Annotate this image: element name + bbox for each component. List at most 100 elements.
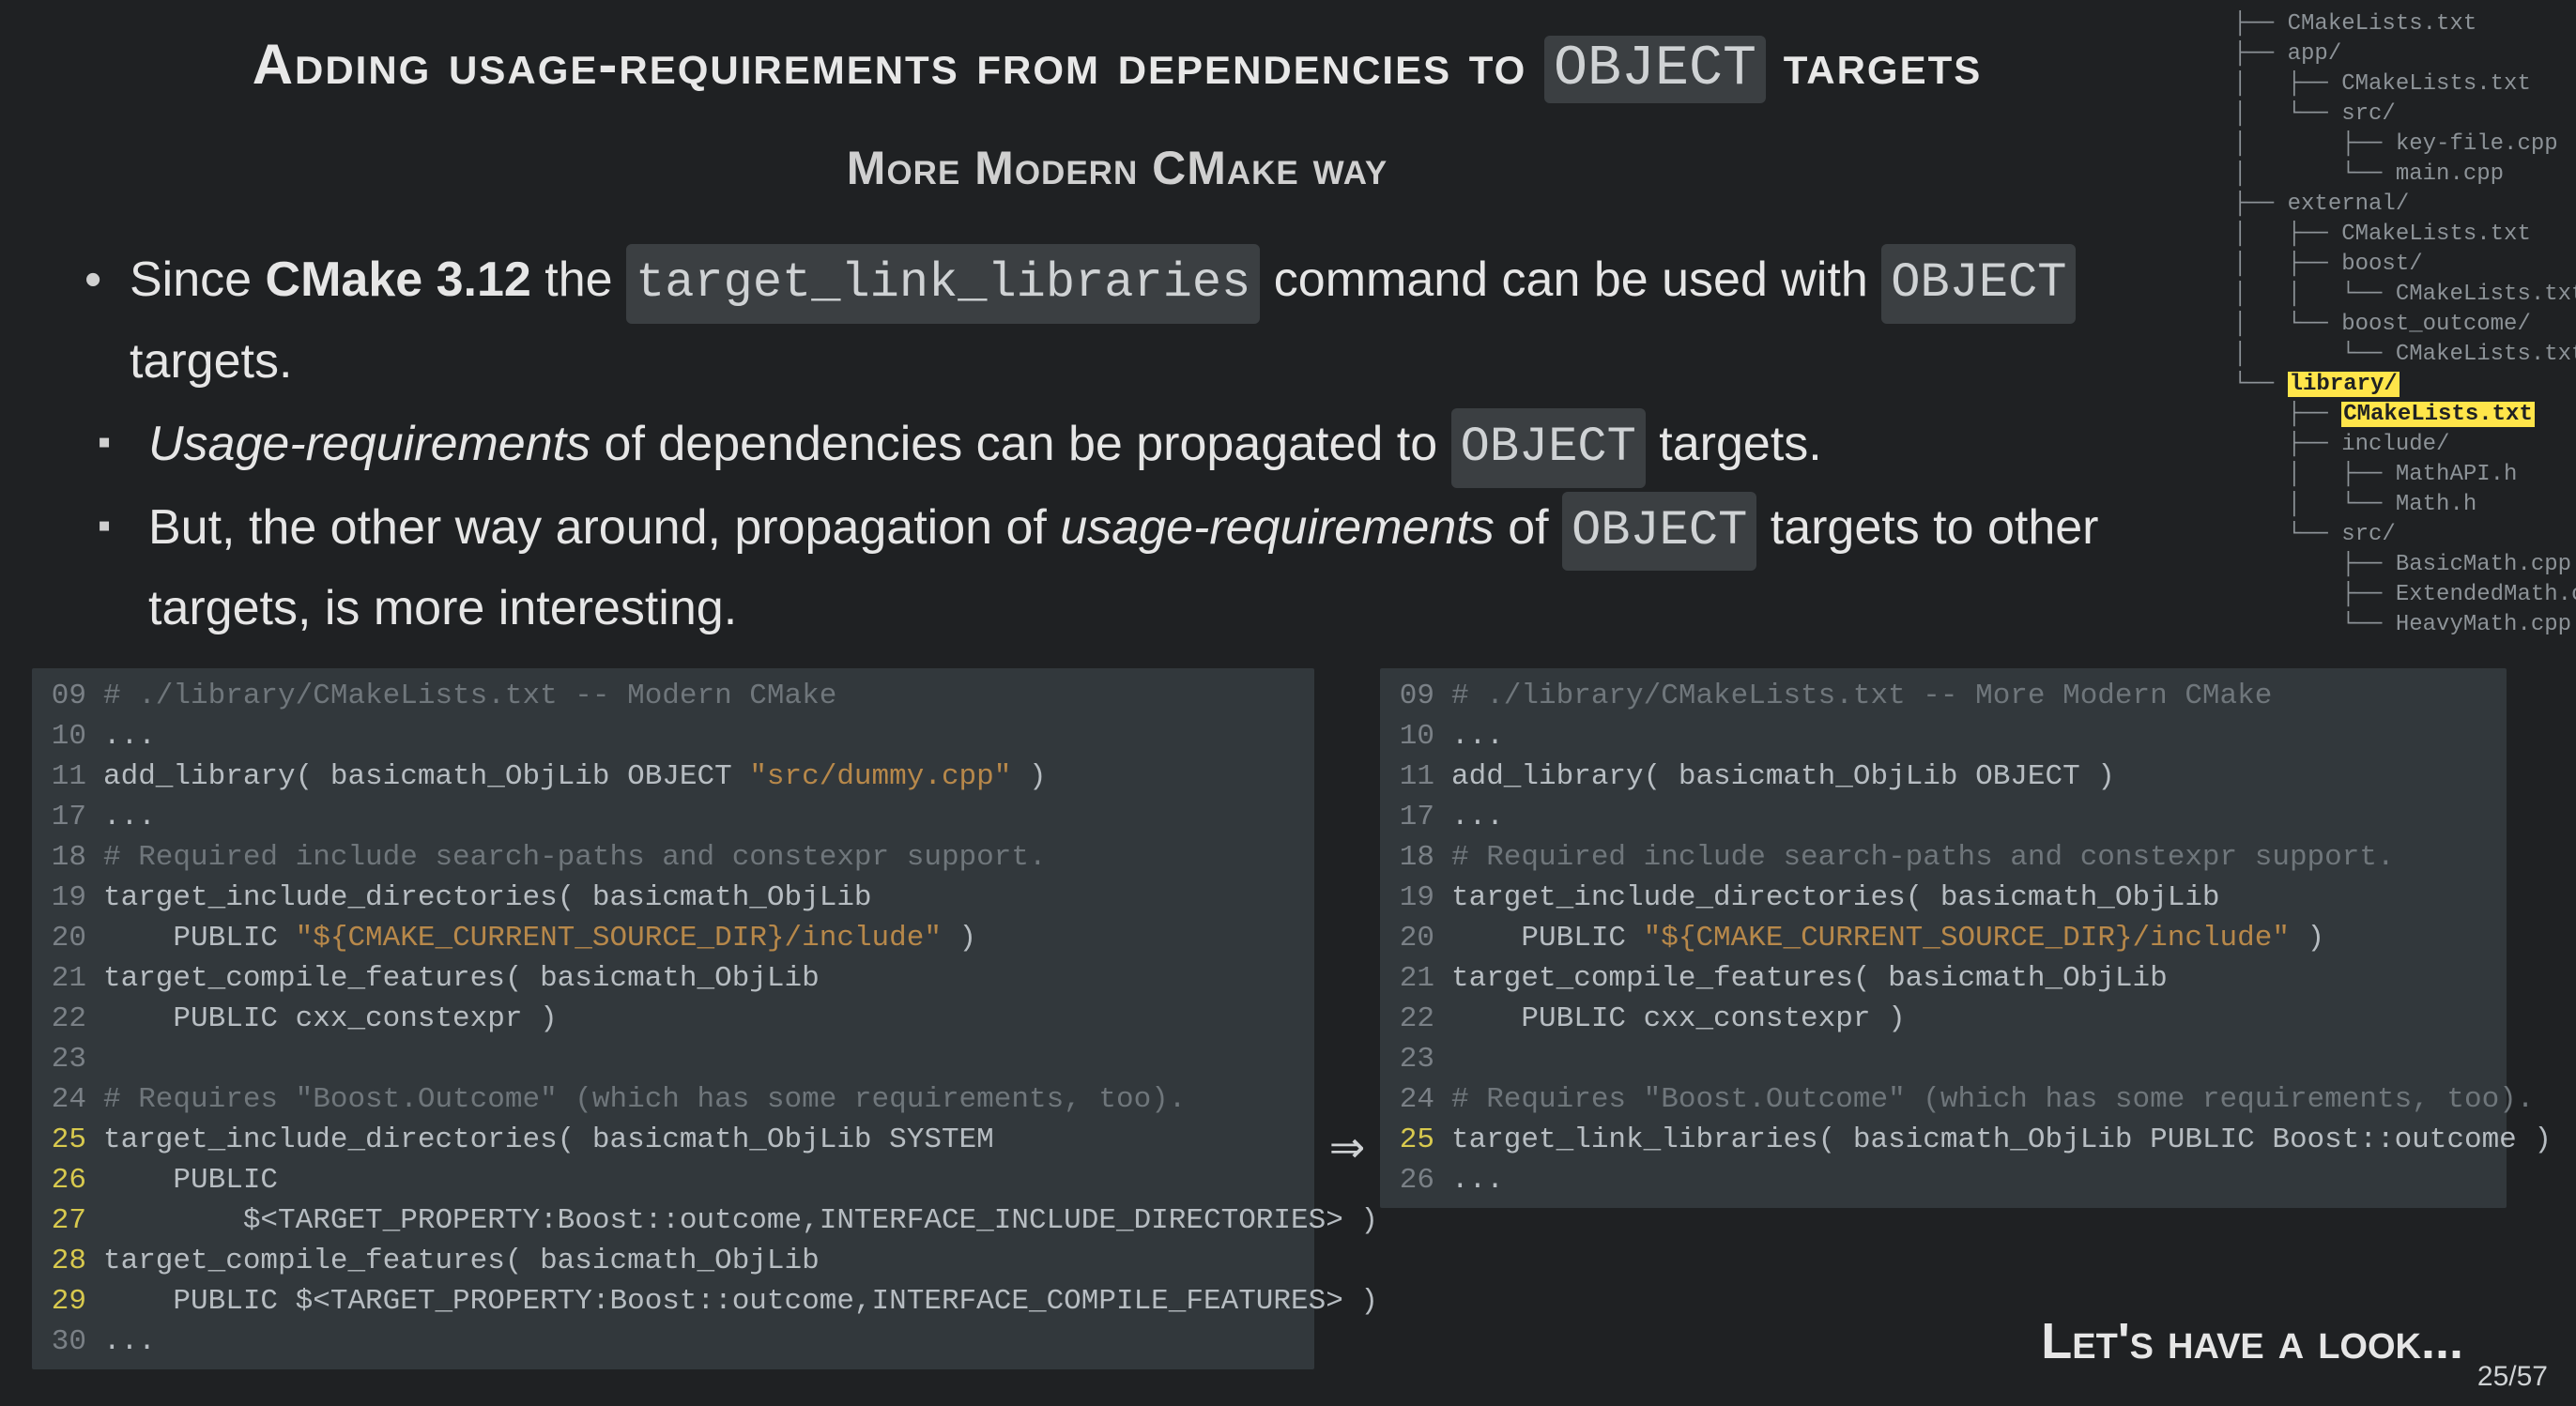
line-number: 25 [1380, 1120, 1451, 1160]
slide-title: Adding usage-requirements from dependenc… [0, 32, 2234, 103]
bullet-mark-icon: ▪ [98, 406, 148, 488]
code-text [103, 1039, 121, 1079]
bullet-2b: ▪ But, the other way around, propagation… [98, 490, 2150, 647]
code-text: add_library( basicmath_ObjLib OBJECT ) [1451, 756, 2115, 797]
bullet-1: • Since CMake 3.12 the target_link_libra… [84, 242, 2150, 399]
line-number: 19 [32, 878, 103, 918]
bullet-mark-icon: ▪ [98, 490, 148, 647]
code-text: target_include_directories( basicmath_Ob… [103, 1120, 994, 1160]
code-text: target_include_directories( basicmath_Ob… [1451, 878, 2220, 918]
b1-pill: target_link_libraries [626, 244, 1260, 324]
code-line: 11add_library( basicmath_ObjLib OBJECT ) [1380, 756, 2507, 797]
tree-row: │ └── CMakeLists.txt [2233, 340, 2557, 370]
title-pre: Adding usage-requirements from dependenc… [253, 33, 1544, 96]
code-line: 20 PUBLIC "${CMAKE_CURRENT_SOURCE_DIR}/i… [1380, 918, 2507, 958]
line-number: 21 [1380, 958, 1451, 999]
code-text: $<TARGET_PROPERTY:Boost::outcome,INTERFA… [103, 1200, 1378, 1241]
code-line: 09# ./library/CMakeLists.txt -- Modern C… [32, 676, 1314, 716]
line-number: 10 [1380, 716, 1451, 756]
slide-subtitle: More Modern CMake way [0, 141, 2234, 195]
code-text: PUBLIC [103, 1160, 278, 1200]
tree-row: │ ├── MathAPI.h [2233, 460, 2557, 490]
code-line: 18# Required include search-paths and co… [32, 837, 1314, 878]
line-number: 10 [32, 716, 103, 756]
line-number: 28 [32, 1241, 103, 1281]
tree-row: ├── include/ [2233, 430, 2557, 460]
line-number: 19 [1380, 878, 1451, 918]
code-line: 24# Requires "Boost.Outcome" (which has … [32, 1079, 1314, 1120]
code-text: # Required include search-paths and cons… [103, 837, 1047, 878]
code-line: 29 PUBLIC $<TARGET_PROPERTY:Boost::outco… [32, 1281, 1314, 1322]
code-line: 21target_compile_features( basicmath_Obj… [1380, 958, 2507, 999]
tree-row: └── src/ [2233, 520, 2557, 550]
line-number: 20 [32, 918, 103, 958]
line-number: 26 [1380, 1160, 1451, 1200]
title-block: Adding usage-requirements from dependenc… [0, 32, 2234, 195]
b1-mid: the [531, 252, 626, 307]
code-line: 19target_include_directories( basicmath_… [32, 878, 1314, 918]
bullet-1-text: Since CMake 3.12 the target_link_librari… [130, 242, 2150, 399]
code-line: 22 PUBLIC cxx_constexpr ) [32, 999, 1314, 1039]
tree-row: │ └── main.cpp [2233, 160, 2557, 190]
line-number: 18 [1380, 837, 1451, 878]
sub-bullets: ▪ Usage-requirements of dependencies can… [98, 406, 2150, 647]
code-text: ... [103, 797, 156, 837]
tree-row: ├── CMakeLists.txt [2233, 9, 2557, 39]
code-text: # ./library/CMakeLists.txt -- Modern CMa… [103, 676, 836, 716]
b2b-pre: But, the other way around, propagation o… [148, 500, 1060, 555]
code-text: # Required include search-paths and cons… [1451, 837, 2395, 878]
code-row: 09 # ./library/CMakeLists.txt -- Modern C… [32, 668, 2544, 1406]
page-number: 25/57 [2477, 1361, 2548, 1393]
b2b-em: usage-requirements [1060, 500, 1494, 555]
code-text: PUBLIC "${CMAKE_CURRENT_SOURCE_DIR}/incl… [103, 918, 976, 958]
line-number: 18 [32, 837, 103, 878]
code-line: 26 PUBLIC [32, 1160, 1314, 1200]
code-line: 23 [32, 1039, 1314, 1079]
line-number: 21 [32, 958, 103, 999]
code-text: PUBLIC "${CMAKE_CURRENT_SOURCE_DIR}/incl… [1451, 918, 2324, 958]
footer-cta: Let's have a look... [2041, 1312, 2463, 1370]
tree-row: ├── external/ [2233, 190, 2557, 220]
line-number: 20 [1380, 918, 1451, 958]
code-text: ... [103, 1322, 156, 1362]
code-text: PUBLIC cxx_constexpr ) [103, 999, 558, 1039]
line-number: 23 [1380, 1039, 1451, 1079]
line-number: 26 [32, 1160, 103, 1200]
line-number: 09 [1380, 676, 1451, 716]
code-text: # Requires "Boost.Outcome" (which has so… [103, 1079, 1186, 1120]
code-line: 23 [1380, 1039, 2507, 1079]
b1-bold: CMake 3.12 [266, 252, 531, 307]
code-text: ... [1451, 1160, 1504, 1200]
code-panel-right: 09# ./library/CMakeLists.txt -- More Mod… [1380, 668, 2507, 1208]
tree-row: │ ├── key-file.cpp [2233, 130, 2557, 160]
line-number: 22 [1380, 999, 1451, 1039]
code-line: 09# ./library/CMakeLists.txt -- More Mod… [1380, 676, 2507, 716]
code-text: ... [1451, 716, 1504, 756]
slide: Adding usage-requirements from dependenc… [0, 0, 2576, 1406]
arrow-icon: ⇒ [1314, 668, 1380, 1406]
code-text [1451, 1039, 1469, 1079]
b2a-em: Usage-requirements [148, 417, 590, 471]
code-line: 19target_include_directories( basicmath_… [1380, 878, 2507, 918]
file-tree: ├── CMakeLists.txt├── app/│ ├── CMakeLis… [2233, 9, 2557, 640]
line-number: 17 [32, 797, 103, 837]
line-number: 17 [1380, 797, 1451, 837]
tree-row: ├── BasicMath.cpp [2233, 550, 2557, 580]
tree-row: │ └── src/ [2233, 99, 2557, 130]
code-text: add_library( basicmath_ObjLib OBJECT "sr… [103, 756, 1047, 797]
code-line: 22 PUBLIC cxx_constexpr ) [1380, 999, 2507, 1039]
line-number: 27 [32, 1200, 103, 1241]
code-line: 11add_library( basicmath_ObjLib OBJECT "… [32, 756, 1314, 797]
tree-row: │ ├── CMakeLists.txt [2233, 69, 2557, 99]
code-text: PUBLIC $<TARGET_PROPERTY:Boost::outcome,… [103, 1281, 1378, 1322]
tree-row: │ └── Math.h [2233, 490, 2557, 520]
code-line: 27 $<TARGET_PROPERTY:Boost::outcome,INTE… [32, 1200, 1314, 1241]
code-line: 21target_compile_features( basicmath_Obj… [32, 958, 1314, 999]
tree-row: │ └── boost_outcome/ [2233, 310, 2557, 340]
b1-pill2: OBJECT [1881, 244, 2076, 324]
b2a-end: targets. [1646, 417, 1822, 471]
code-line: 30... [32, 1322, 1314, 1362]
tree-row: │ ├── boost/ [2233, 250, 2557, 280]
code-line: 17... [1380, 797, 2507, 837]
title-pill: OBJECT [1544, 36, 1766, 103]
